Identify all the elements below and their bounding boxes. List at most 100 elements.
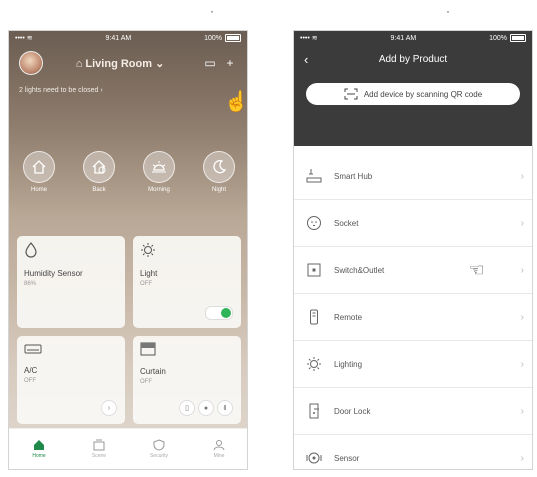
tab-mine[interactable]: Mine (199, 439, 239, 459)
card-title: Curtain (140, 367, 166, 376)
scan-qr-button[interactable]: Add device by scanning QR code (306, 83, 520, 105)
tab-home[interactable]: Home (19, 439, 59, 459)
product-row-sensor[interactable]: Sensor › (294, 435, 532, 469)
avatar[interactable] (19, 51, 43, 75)
scan-label: Add device by scanning QR code (363, 89, 483, 99)
product-row-lighting[interactable]: Lighting › (294, 341, 532, 388)
scene-morning[interactable]: Morning (134, 151, 184, 193)
scene-label: Night (211, 187, 226, 193)
home-header: ⌂ Living Room ⌄ ▭ + (9, 45, 247, 81)
message-icon[interactable]: ▭ (203, 56, 217, 70)
product-label: Door Lock (334, 406, 371, 416)
light-toggle[interactable] (205, 306, 233, 320)
chevron-right-icon: › (520, 405, 524, 417)
status-bar: •••• ≋ 9:41 AM 100% (9, 31, 247, 45)
notice-bar[interactable]: 2 lights need to be closed › (9, 81, 247, 100)
tab-label: Mine (213, 453, 225, 459)
chevron-right-icon: › (520, 264, 524, 276)
add-product-header: •••• ≋ 9:41 AM 100% ‹ Add by Product Add… (294, 31, 532, 146)
curtain-close-icon[interactable]: Ⅱ (217, 400, 233, 416)
product-label: Switch&Outlet (334, 265, 385, 275)
card-title: A/C (24, 366, 38, 375)
device-card-curtain[interactable]: Curtain OFF ▯ ● Ⅱ (133, 336, 241, 424)
card-status: 86% (24, 281, 37, 287)
back-icon[interactable]: ‹ (304, 52, 308, 67)
home-icon (34, 440, 44, 450)
notice-text: 2 lights need to be closed (19, 87, 99, 94)
home-icon (23, 151, 55, 183)
droplet-icon (25, 242, 37, 258)
remote-icon (304, 307, 324, 327)
device-card-light[interactable]: Light OFF (133, 236, 241, 328)
chevron-right-icon: › (520, 358, 524, 370)
chevron-right-icon: › (520, 311, 524, 323)
product-label: Lighting (334, 359, 363, 369)
lock-icon (304, 401, 324, 421)
product-label: Smart Hub (334, 171, 373, 181)
tab-label: Security (149, 453, 169, 459)
shield-icon (153, 439, 165, 451)
product-row-switch-outlet[interactable]: Switch&Outlet ☜ › (294, 247, 532, 294)
sensor-icon (304, 448, 324, 468)
curtain-open-icon[interactable]: ▯ (179, 400, 195, 416)
scene-row: Home Back Morning Night (9, 151, 247, 193)
add-icon[interactable]: + (223, 56, 237, 70)
product-row-smart-hub[interactable]: Smart Hub › (294, 153, 532, 200)
battery-icon (510, 34, 526, 42)
status-time: 9:41 AM (390, 34, 417, 42)
scene-label: Home (30, 187, 47, 193)
tab-scene[interactable]: Scene (79, 439, 119, 459)
card-status: OFF (140, 379, 152, 385)
tab-security[interactable]: Security (139, 439, 179, 459)
scene-back[interactable]: Back (74, 151, 124, 193)
room-title: Living Room (85, 57, 153, 70)
curtain-icon (140, 342, 156, 356)
bulb-icon (141, 243, 155, 257)
card-title: Light (140, 269, 158, 278)
phone-home-screen: •••• ≋ 9:41 AM 100% ⌂ Living Room ⌄ ▭ + … (8, 30, 248, 470)
device-card-humidity[interactable]: Humidity Sensor 86% (17, 236, 125, 328)
product-list: Smart Hub › Socket › Switch&Outlet ☜ › R… (294, 153, 532, 469)
tab-label: Scene (91, 453, 107, 459)
scene-label: Back (92, 187, 106, 193)
signal-icon: •••• ≋ (300, 35, 318, 42)
nav-bar: ‹ Add by Product (294, 45, 532, 73)
battery-icon (225, 34, 241, 42)
back-home-icon (83, 151, 115, 183)
battery-status: 100% (204, 34, 241, 42)
top-mark-icon: · (446, 4, 450, 18)
scene-night[interactable]: Night (194, 151, 244, 193)
switch-icon (304, 260, 324, 280)
air-conditioner-icon (24, 344, 42, 354)
status-bar: •••• ≋ 9:41 AM 100% (294, 31, 532, 45)
product-label: Socket (334, 218, 359, 228)
card-status: OFF (24, 378, 36, 384)
product-row-socket[interactable]: Socket › (294, 200, 532, 247)
chevron-right-icon: › (520, 170, 524, 182)
card-title: Humidity Sensor (24, 269, 83, 278)
sunrise-icon (143, 151, 175, 183)
socket-icon (304, 213, 324, 233)
status-time: 9:41 AM (105, 34, 132, 42)
room-selector[interactable]: ⌂ Living Room ⌄ (43, 57, 197, 70)
tab-label: Home (32, 453, 46, 459)
moon-icon (203, 151, 235, 183)
device-card-ac[interactable]: A/C OFF › (17, 336, 125, 424)
scene-icon (93, 439, 105, 451)
chevron-right-icon[interactable]: › (101, 400, 117, 416)
product-row-door-lock[interactable]: Door Lock › (294, 388, 532, 435)
scene-label: Morning (148, 187, 170, 193)
card-status: OFF (140, 281, 152, 287)
qr-scan-icon (344, 88, 358, 100)
product-label: Sensor (334, 453, 360, 463)
scene-home[interactable]: Home (14, 151, 64, 193)
curtain-stop-icon[interactable]: ● (198, 400, 214, 416)
battery-text: 100% (489, 34, 507, 42)
chevron-right-icon: › (98, 87, 103, 94)
chevron-right-icon: › (520, 452, 524, 464)
pointing-hand-icon: ☜ (468, 259, 485, 280)
battery-status: 100% (489, 34, 526, 42)
chevron-down-icon: ⌄ (152, 57, 165, 70)
tab-bar: Home Scene Security Mine (9, 428, 247, 469)
product-row-remote[interactable]: Remote › (294, 294, 532, 341)
